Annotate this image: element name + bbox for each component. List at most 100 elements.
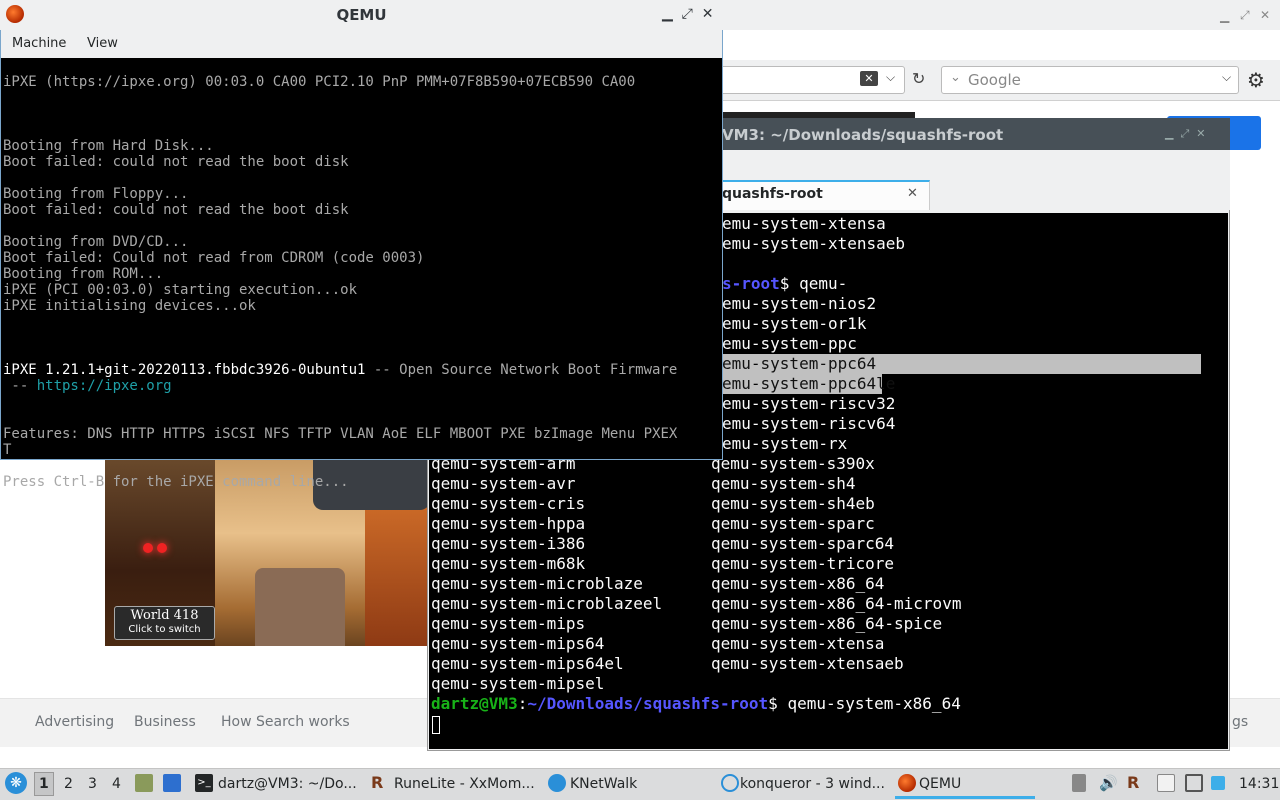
search-placeholder: Google <box>968 71 1021 89</box>
menu-view[interactable]: View <box>87 36 118 51</box>
konqueror-icon <box>721 774 739 792</box>
task-konqueror[interactable]: konqueror - 3 wind... <box>740 776 885 792</box>
completion-item: qemu-system-sh4 <box>711 474 856 493</box>
desktop-2[interactable]: 2 <box>64 776 73 792</box>
runelite-tray-icon[interactable]: R <box>1127 774 1145 792</box>
completion-item: qemu-system-mips64 <box>431 634 605 653</box>
close-tab-icon[interactable]: ✕ <box>907 186 918 201</box>
console-line: Booting from ROM... <box>3 266 164 282</box>
completion-item: qemu-system-s390x <box>711 454 875 473</box>
console-line: Press Ctrl-B for the iPXE command line..… <box>3 474 349 490</box>
files-icon[interactable] <box>135 774 153 792</box>
gear-icon[interactable]: ⚙ <box>1247 68 1265 92</box>
knetwalk-icon <box>548 774 566 792</box>
completion-item: qemu-system-avr <box>431 474 576 493</box>
close-icon[interactable]: ✕ <box>1260 8 1270 22</box>
world-title: World 418 <box>130 608 199 623</box>
console-line: Boot failed: Could not read from CDROM (… <box>3 250 425 266</box>
console-line: Boot failed: could not read the boot dis… <box>3 154 349 170</box>
game-pillar <box>255 568 345 646</box>
terminal-title: VM3: ~/Downloads/squashfs-root <box>722 126 1004 144</box>
qemu-task-icon <box>898 774 916 792</box>
completion-item: qemu-system-mips64el <box>431 654 624 673</box>
terminal-line: emu-system-xtensaeb <box>722 234 906 253</box>
desktop-1[interactable]: 1 <box>39 776 49 792</box>
partial-prompt: s-root$ qemu- <box>722 274 848 293</box>
menu-machine[interactable]: Machine <box>12 36 66 51</box>
world-subtitle: Click to switch <box>128 624 201 635</box>
notes-icon[interactable] <box>1157 774 1175 792</box>
network-icon[interactable] <box>1185 774 1203 792</box>
terminal-line: emu-system-ppc <box>722 334 857 353</box>
terminal-line: emu-system-ppc64 <box>722 354 877 373</box>
completion-item: qemu-system-microblazeel <box>431 594 663 613</box>
reload-icon[interactable]: ↻ <box>912 69 925 88</box>
terminal-line: emu-system-or1k <box>722 314 867 333</box>
application-launcher-icon[interactable]: ❋ <box>5 772 27 794</box>
clear-url-icon[interactable]: ✕ <box>860 71 878 86</box>
how-search-works-link[interactable]: How Search works <box>221 714 350 730</box>
completion-item: qemu-system-x86_64 <box>711 574 885 593</box>
console-line: T <box>3 442 12 458</box>
terminal-cursor <box>432 716 440 734</box>
ipxe-version-line: iPXE 1.21.1+git-20220113.fbbdc3926-0ubun… <box>3 362 678 378</box>
final-prompt: dartz@VM3:~/Downloads/squashfs-root$ qem… <box>431 694 961 713</box>
console-line: iPXE (PCI 00:03.0) starting execution...… <box>3 282 358 298</box>
search-engine-icon[interactable]: ⌄ <box>950 70 961 85</box>
minimize-icon[interactable]: ▁ <box>1220 9 1229 23</box>
completion-item: qemu-system-hppa <box>431 514 586 533</box>
completion-item: qemu-system-m68k <box>431 554 586 573</box>
console-line: Booting from Hard Disk... <box>3 138 214 154</box>
console-line: Features: DNS HTTP HTTPS iSCSI NFS TFTP … <box>3 426 678 442</box>
advertising-link[interactable]: Advertising <box>35 714 114 730</box>
completion-item: qemu-system-xtensaeb <box>711 654 904 673</box>
completion-item: qemu-system-x86_64-spice <box>711 614 943 633</box>
chevron-down-icon[interactable]: ⌵ <box>886 70 895 85</box>
completion-item: qemu-system-mips <box>431 614 586 633</box>
terminal-line: emu-system-ppc64le <box>722 374 896 393</box>
active-task-indicator <box>895 796 1035 799</box>
qemu-window-buttons[interactable]: ▁ ⤢ ✕ <box>662 6 714 22</box>
update-icon[interactable] <box>1211 776 1225 790</box>
terminal-window-buttons[interactable]: ▁ ⤢ ✕ <box>1165 127 1205 141</box>
console-line: iPXE initialising devices...ok <box>3 298 256 314</box>
console-line: Boot failed: could not read the boot dis… <box>3 202 349 218</box>
completion-item: qemu-system-sh4eb <box>711 494 875 513</box>
red-eye-icon <box>143 543 153 553</box>
task-knetwalk[interactable]: KNetWalk <box>570 776 637 792</box>
world-switch-button[interactable]: World 418 Click to switch <box>114 606 215 640</box>
terminal-tab-label: quashfs-root <box>722 186 823 202</box>
completion-item: qemu-system-microblaze <box>431 574 643 593</box>
clipboard-icon[interactable] <box>1072 774 1086 792</box>
show-desktop-icon[interactable] <box>163 774 181 792</box>
console-line: Booting from DVD/CD... <box>3 234 189 250</box>
terminal-line: emu-system-riscv64 <box>722 414 896 433</box>
terminal-line: emu-system-riscv32 <box>722 394 896 413</box>
console-line: Booting from Floppy... <box>3 186 189 202</box>
desktop-3[interactable]: 3 <box>88 776 97 792</box>
settings-link[interactable]: gs <box>1232 714 1248 730</box>
red-eye-icon <box>157 543 167 553</box>
business-link[interactable]: Business <box>134 714 196 730</box>
task-terminal[interactable]: dartz@VM3: ~/Do... <box>218 776 357 792</box>
volume-icon[interactable]: 🔊 <box>1099 774 1118 792</box>
maximize-icon[interactable]: ⤢ <box>1240 8 1250 23</box>
qemu-title: QEMU <box>336 6 387 24</box>
chevron-down-icon[interactable]: ⌵ <box>1222 70 1231 85</box>
completion-item: qemu-system-sparc64 <box>711 534 895 553</box>
completion-item: qemu-system-i386 <box>431 534 586 553</box>
completion-item: qemu-system-mipsel <box>431 674 605 693</box>
task-qemu[interactable]: QEMU <box>919 776 961 792</box>
clock[interactable]: 14:31 <box>1239 776 1279 792</box>
completion-item: qemu-system-sparc <box>711 514 875 533</box>
task-runelite[interactable]: RuneLite - XxMom... <box>394 776 535 792</box>
terminal-line: emu-system-rx <box>722 434 848 453</box>
completion-item: qemu-system-tricore <box>711 554 895 573</box>
completion-item: qemu-system-cris <box>431 494 586 513</box>
desktop-4[interactable]: 4 <box>112 776 121 792</box>
taskbar <box>0 768 1280 800</box>
runelite-icon: R <box>371 773 384 792</box>
terminal-line: emu-system-nios2 <box>722 294 877 313</box>
terminal-icon: >_ <box>195 774 213 792</box>
completion-item: qemu-system-x86_64-microvm <box>711 594 962 613</box>
